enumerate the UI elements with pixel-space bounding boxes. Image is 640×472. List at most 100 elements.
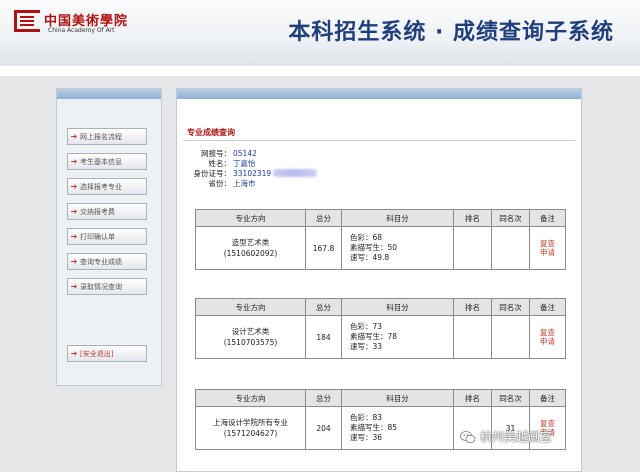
sidebar-item-label: 查询专业成绩 — [80, 257, 122, 266]
academy-logo-icon — [14, 10, 40, 32]
sidebar-item-pay-fee[interactable]: ➔ 交纳报考费 — [67, 203, 147, 220]
major-direction: 上海设计学院所有专业 — [213, 418, 288, 427]
review-request-link[interactable]: 复查 申请 — [530, 239, 565, 257]
major-direction-cell: 上海设计学院所有专业 (1571204627) — [195, 406, 306, 450]
sidebar-item-label: 打印确认单 — [80, 232, 115, 241]
column-header: 科目分 — [341, 209, 454, 227]
province-label: 省份： — [208, 179, 232, 188]
subject-score: 素描写生：85 — [350, 423, 398, 432]
review-request-link[interactable]: 复查 申请 — [530, 328, 565, 346]
table-row: 造型艺术类 (1510602092) 167.8 色彩：68 素描写生：50 速… — [195, 226, 566, 270]
sidebar-item-registration-process[interactable]: ➔ 网上报名流程 — [67, 128, 147, 145]
arrow-right-icon: ➔ — [70, 182, 78, 191]
subject-scores-cell: 色彩：73 素描写生：78 速写：33 — [341, 315, 454, 359]
sidebar-item-label: 考生基本信息 — [80, 157, 122, 166]
section-divider — [183, 140, 575, 141]
sidebar-item-label: 录取情况查询 — [80, 282, 122, 291]
column-header: 备注 — [529, 389, 566, 407]
arrow-right-icon: ➔ — [70, 207, 78, 216]
column-header: 总分 — [305, 209, 342, 227]
subject-score: 色彩：83 — [350, 413, 383, 422]
column-header: 专业方向 — [195, 298, 306, 316]
column-header: 同名次 — [491, 209, 530, 227]
column-header: 排名 — [453, 298, 492, 316]
table-header-row: 专业方向 总分 科目分 排名 同名次 备注 — [195, 298, 566, 316]
wechat-icon — [460, 430, 476, 443]
major-direction: 设计艺术类 — [231, 327, 270, 336]
column-header: 备注 — [529, 209, 566, 227]
sidebar-item-candidate-info[interactable]: ➔ 考生基本信息 — [67, 153, 147, 170]
review-link-line: 复查 — [540, 328, 555, 337]
id-redaction-blur — [273, 169, 318, 177]
tie-rank-cell — [491, 226, 530, 270]
note-cell: 复查 申请 — [529, 315, 566, 359]
column-header: 总分 — [305, 389, 342, 407]
column-header: 排名 — [453, 209, 492, 227]
major-code: (1510703575) — [223, 338, 278, 347]
exam-number-label: 网报号： — [201, 149, 231, 158]
watermark-text: 杭州美越画室 — [480, 430, 553, 444]
subject-score: 速写：49.8 — [350, 253, 390, 262]
arrow-right-icon: ➔ — [70, 349, 78, 358]
logout-button[interactable]: ➔ [安全退出] — [67, 345, 147, 362]
subject-scores-cell: 色彩：68 素描写生：50 速写：49.8 — [341, 226, 454, 270]
column-header: 科目分 — [341, 389, 454, 407]
id-row: 身份证号： 33102319 — [191, 169, 318, 179]
header-divider — [0, 66, 640, 76]
arrow-right-icon: ➔ — [70, 132, 78, 141]
id-value: 33102319 — [233, 169, 272, 178]
name-value: 丁嘉怡 — [233, 159, 256, 168]
total-score: 204 — [305, 406, 342, 450]
major-direction: 造型艺术类 — [231, 238, 270, 247]
note-cell: 复查 申请 — [529, 226, 566, 270]
rank-cell — [453, 315, 492, 359]
column-header: 专业方向 — [195, 209, 306, 227]
page-title: 本科招生系统 · 成绩查询子系统 — [288, 20, 614, 45]
major-code: (1571204627) — [223, 429, 278, 438]
major-direction-cell: 造型艺术类 (1510602092) — [195, 226, 306, 270]
arrow-right-icon: ➔ — [70, 232, 78, 241]
candidate-info: 网报号： 05142 姓名： 丁嘉怡 身份证号： 33102319 省份： 上海… — [191, 149, 318, 189]
main-header-bar — [177, 89, 581, 99]
sidebar-item-label: 选择报考专业 — [80, 182, 122, 191]
sidebar-item-label: 交纳报考费 — [80, 207, 115, 216]
arrow-right-icon: ➔ — [70, 282, 78, 291]
review-link-line: 申请 — [540, 248, 555, 257]
column-header: 排名 — [453, 389, 492, 407]
column-header: 专业方向 — [195, 389, 306, 407]
page-header: 中国美術學院 China Academy Of Art 本科招生系统 · 成绩查… — [0, 0, 640, 67]
subject-scores-cell: 色彩：83 素描写生：85 速写：36 — [341, 406, 454, 450]
watermark: 杭州美越画室 — [460, 428, 552, 445]
arrow-right-icon: ➔ — [70, 157, 78, 166]
table-header-row: 专业方向 总分 科目分 排名 同名次 备注 — [195, 389, 566, 407]
table-header-row: 专业方向 总分 科目分 排名 同名次 备注 — [195, 209, 566, 227]
total-score: 184 — [305, 315, 342, 359]
exam-number-value: 05142 — [233, 149, 257, 158]
column-header: 同名次 — [491, 389, 530, 407]
subject-score: 素描写生：50 — [350, 243, 398, 252]
exam-number-row: 网报号： 05142 — [191, 149, 317, 159]
sidebar-item-select-major[interactable]: ➔ 选择报考专业 — [67, 178, 147, 195]
logout-label: [安全退出] — [80, 349, 114, 358]
score-table: 专业方向 总分 科目分 排名 同名次 备注 设计艺术类 (1510703575)… — [195, 298, 566, 359]
major-direction-cell: 设计艺术类 (1510703575) — [195, 315, 306, 359]
sidebar-header-bar — [57, 89, 161, 99]
sidebar-item-admission-status[interactable]: ➔ 录取情况查询 — [67, 278, 147, 295]
academy-name-en: China Academy Of Art — [48, 27, 115, 34]
sidebar-item-label: 网上报名流程 — [80, 132, 122, 141]
column-header: 科目分 — [341, 298, 454, 316]
main-panel: 专业成绩查询 网报号： 05142 姓名： 丁嘉怡 身份证号： 33102319… — [176, 88, 582, 472]
rank-cell — [453, 226, 492, 270]
tie-rank-cell — [491, 315, 530, 359]
sidebar-item-print-confirmation[interactable]: ➔ 打印确认单 — [67, 228, 147, 245]
review-link-line: 复查 — [540, 419, 555, 428]
subject-score: 素描写生：78 — [350, 332, 398, 341]
major-code: (1510602092) — [223, 249, 278, 258]
sidebar-item-query-scores[interactable]: ➔ 查询专业成绩 — [67, 253, 147, 270]
score-table: 专业方向 总分 科目分 排名 同名次 备注 造型艺术类 (1510602092)… — [195, 209, 566, 270]
column-header: 总分 — [305, 298, 342, 316]
sidebar-menu: ➔ 网上报名流程 ➔ 考生基本信息 ➔ 选择报考专业 ➔ 交纳报考费 ➔ 打印确… — [56, 88, 162, 386]
total-score: 167.8 — [305, 226, 342, 270]
subject-score: 色彩：73 — [350, 322, 383, 331]
arrow-right-icon: ➔ — [70, 257, 78, 266]
